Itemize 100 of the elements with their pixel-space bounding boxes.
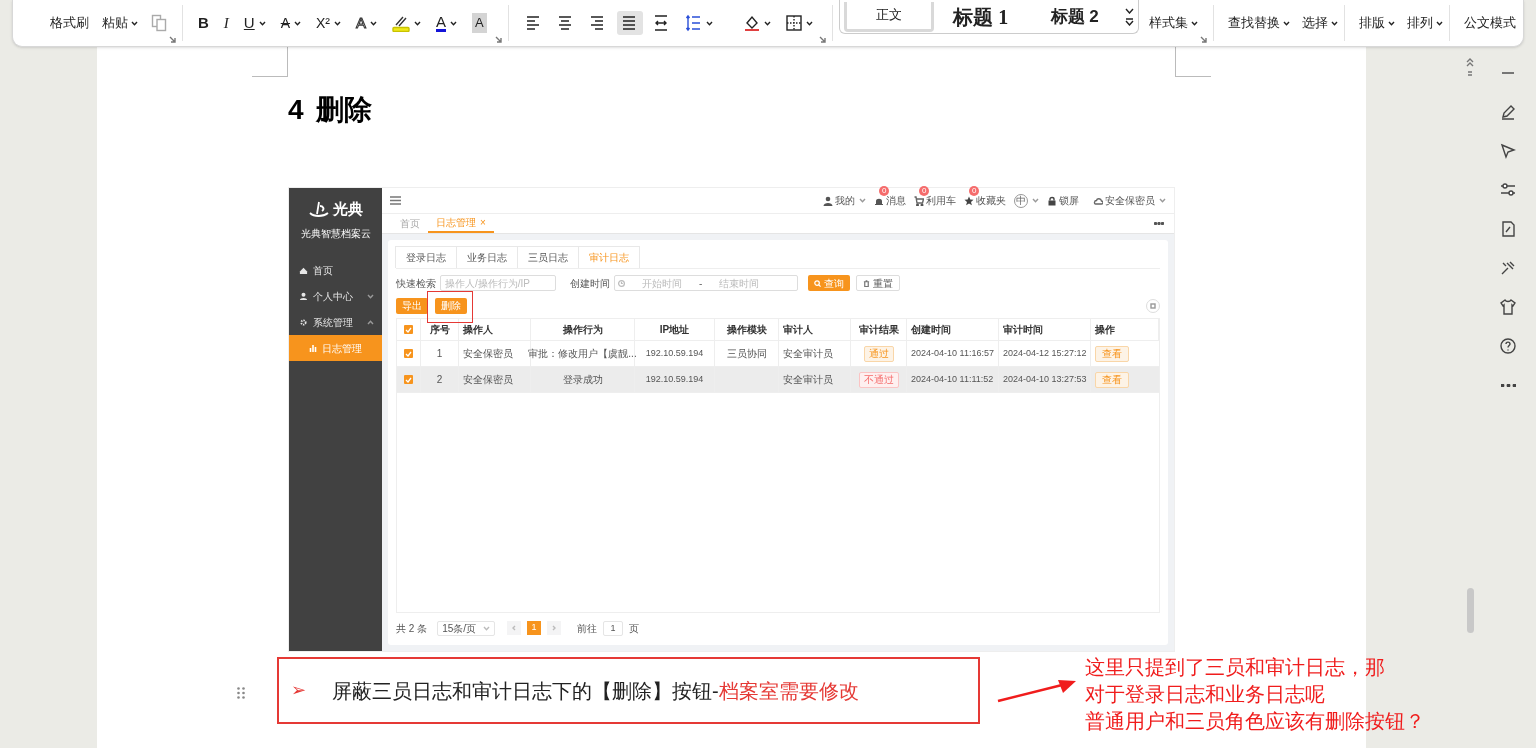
- format-button[interactable]: A: [466, 11, 493, 35]
- tools-icon: [1499, 259, 1517, 277]
- column-header: 审计人: [783, 323, 813, 337]
- page-input[interactable]: 1: [603, 620, 624, 636]
- ribbon-button[interactable]: 查找替换: [1227, 12, 1290, 34]
- ribbon-button[interactable]: 格式刷: [49, 12, 90, 34]
- column-header: 操作行为: [562, 323, 603, 337]
- dialog-launcher-icon: [1199, 36, 1207, 43]
- annotation-text: 这里只提到了三员和审计日志，那: [1085, 655, 1386, 680]
- table-cell-text: 1: [436, 347, 443, 361]
- format-button[interactable]: A: [274, 11, 308, 35]
- user-icon: [299, 291, 308, 301]
- dialog-launcher-icon: [818, 36, 826, 43]
- checkbox[interactable]: [404, 349, 413, 358]
- format-button[interactable]: X²: [310, 11, 348, 35]
- checkbox[interactable]: [404, 325, 413, 334]
- caret-icon: [294, 20, 302, 26]
- start-date-field[interactable]: 开始时间: [628, 275, 696, 291]
- paint-bucket-icon: [742, 14, 761, 32]
- cart-icon: [914, 195, 924, 206]
- table-cell-text: 192.10.59.194: [645, 372, 704, 386]
- range-separator: -: [699, 276, 703, 291]
- ribbon-button[interactable]: 排版: [1358, 12, 1395, 34]
- reset-button[interactable]: 重置: [856, 275, 900, 291]
- header-item[interactable]: 利用车: [914, 193, 956, 208]
- table-cell-text: 2024-04-10 11:11:52: [911, 372, 994, 386]
- chevron-down-icon: [367, 293, 374, 299]
- caret-icon: [763, 20, 771, 26]
- format-button[interactable]: I: [217, 11, 235, 35]
- header-item[interactable]: 锁屏: [1047, 193, 1079, 208]
- goto-label: 前往: [577, 621, 598, 636]
- caret-icon: [1435, 20, 1443, 26]
- caret-icon: [414, 20, 422, 26]
- caret-icon: [805, 20, 813, 26]
- caret-icon: [1387, 20, 1395, 26]
- date-range-field[interactable]: 开始时间 - 结束时间: [614, 275, 798, 291]
- cloud-icon: [1093, 195, 1103, 206]
- notification-badge: 0: [879, 186, 890, 196]
- ribbon-button[interactable]: 样式集: [1148, 12, 1198, 34]
- scrollbar-thumb[interactable]: [1467, 588, 1474, 633]
- format-button[interactable]: U: [237, 11, 272, 35]
- highlighter-icon: [392, 14, 411, 32]
- header-item[interactable]: 安全保密员: [1093, 193, 1166, 208]
- margin-corner-mark: [252, 47, 288, 77]
- table-row[interactable]: 1 安全保密员 审批：修改用户【虞靓... 192.10.59.194 三员协同 安全审计员 通过 2024-04-10 11:16:57 2024-04-12 15:27:12 查看: [397, 341, 1159, 367]
- more-button[interactable]: [1154, 222, 1164, 225]
- caret-icon: [1190, 20, 1198, 26]
- menu-button[interactable]: [390, 196, 401, 205]
- format-button[interactable]: B: [192, 11, 215, 35]
- menu-item[interactable]: 个人中心: [289, 283, 382, 309]
- page-size-select[interactable]: 15条/页: [437, 620, 496, 636]
- table-cell-text: 2024-04-10 13:27:53: [1003, 372, 1087, 386]
- search-icon: [814, 279, 821, 287]
- end-date-field[interactable]: 结束时间: [705, 275, 774, 291]
- column-header: 审计时间: [1003, 323, 1043, 337]
- caret-icon: [1330, 20, 1338, 26]
- drag-handle[interactable]: [237, 687, 245, 699]
- caret-icon: [1159, 198, 1166, 203]
- header-item[interactable]: 我的: [823, 193, 866, 208]
- caret-icon: [1282, 20, 1290, 26]
- drag-handle-icon: [237, 687, 245, 699]
- sidebar-button[interactable]: [1498, 297, 1518, 317]
- caret-icon: [258, 20, 266, 26]
- sidebar-button[interactable]: [1498, 141, 1518, 161]
- bar-chart-icon: [309, 344, 317, 352]
- ribbon-button[interactable]: 公文模式: [1463, 12, 1516, 34]
- search-field[interactable]: 操作人/操作行为/IP: [440, 275, 556, 291]
- copy-icon: [151, 14, 167, 32]
- style-option[interactable]: 标题 1: [933, 1, 1028, 32]
- table-row[interactable]: 2 安全保密员 登录成功 192.10.59.194 安全审计员 不通过 2024-04-10 11:11:52 2024-04-10 13:27:53 查看: [397, 367, 1159, 393]
- style-option[interactable]: 标题 2: [1027, 1, 1122, 32]
- column-header: IP地址: [659, 323, 690, 337]
- table-cell-text: 安全保密员: [463, 373, 513, 387]
- column-header: 操作人: [463, 323, 493, 337]
- format-button[interactable]: A: [350, 11, 384, 35]
- sidebar-button[interactable]: [1498, 336, 1518, 356]
- column-header: 审计结果: [858, 323, 899, 337]
- ribbon-button[interactable]: 排列: [1406, 12, 1443, 34]
- table-cell-text: 审批：修改用户【虞靓...: [528, 347, 637, 361]
- table-cell-text: 三员协同: [726, 347, 767, 361]
- table-cell-text: 安全审计员: [783, 373, 833, 387]
- menu-item[interactable]: 系统管理: [289, 309, 382, 335]
- dialog-launcher-icon: [169, 36, 176, 43]
- format-button[interactable]: A: [430, 11, 464, 35]
- paragraph-button[interactable]: [616, 11, 643, 35]
- table-cell-text: 安全审计员: [783, 347, 833, 361]
- header-item[interactable]: 消息: [874, 193, 906, 208]
- annotation-text: 对于登录日志和业务日志呢: [1085, 682, 1326, 707]
- caret-icon: [334, 20, 342, 26]
- header-item[interactable]: 收藏夹: [964, 193, 1006, 208]
- ribbon-button[interactable]: 粘贴: [101, 12, 139, 34]
- style-option[interactable]: 正文: [843, 1, 934, 32]
- sliders-icon: [1499, 181, 1517, 199]
- menu-item[interactable]: 首页: [289, 257, 382, 283]
- checkbox[interactable]: [404, 375, 413, 384]
- shirt-icon: [1499, 298, 1517, 316]
- bullet-marker: ➢: [291, 679, 306, 702]
- log-tab[interactable]: 登录日志: [395, 246, 457, 268]
- caret-icon: [1032, 198, 1039, 203]
- ribbon-button[interactable]: 选择: [1301, 12, 1338, 34]
